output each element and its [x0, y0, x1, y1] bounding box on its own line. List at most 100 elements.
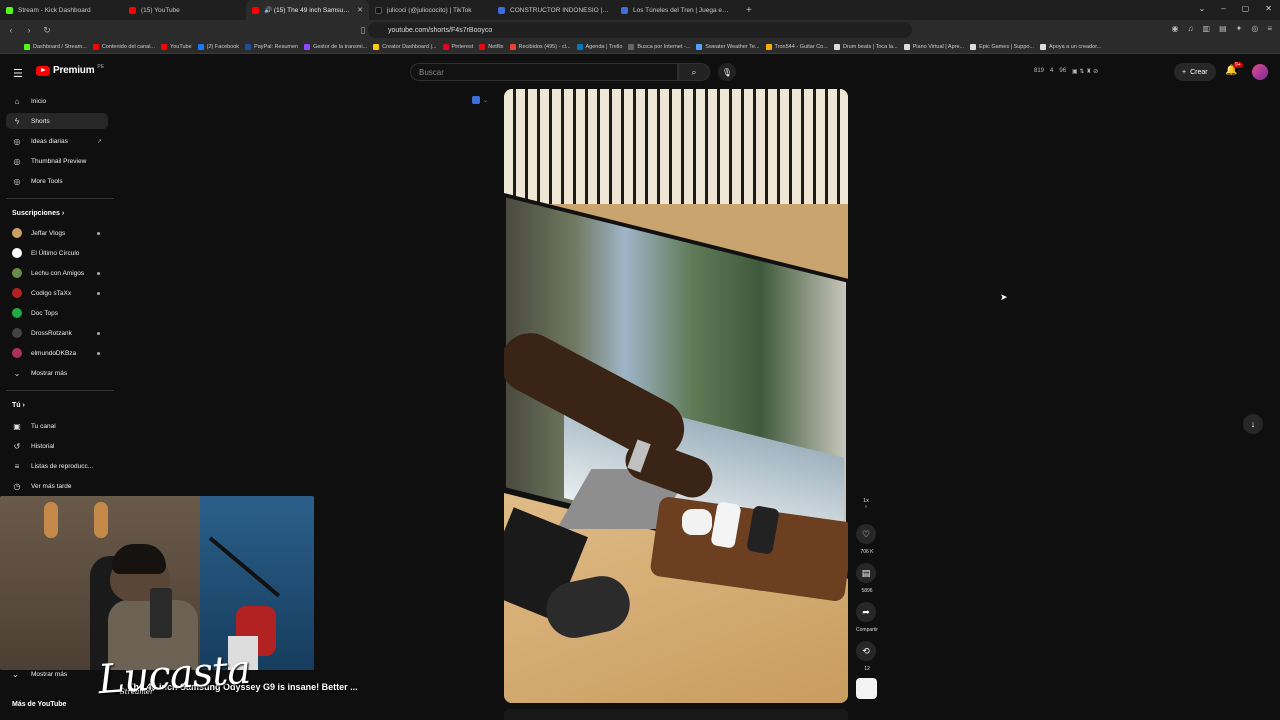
sidebar-item-history[interactable]: ↺ Historial: [6, 438, 108, 454]
reload-icon[interactable]: ↻: [40, 25, 54, 36]
home-icon: ⌂: [14, 96, 20, 106]
search-input[interactable]: Buscar: [410, 63, 678, 81]
short-actions: 1x» ♡ 706 K ▤ 5896 ➦ Compartir ⟲ 12: [852, 494, 882, 704]
avatar[interactable]: [1252, 64, 1268, 80]
subscription-item[interactable]: Doc Tops: [6, 305, 108, 321]
bookmark-label: PayPal: Resumen: [254, 43, 299, 50]
remix-icon[interactable]: ⟲: [856, 641, 876, 661]
show-more-button[interactable]: ⌄ Mostrar más: [6, 365, 108, 381]
youtube-logo[interactable]: Premium PE: [36, 64, 104, 76]
bookmark-label: Recibidos (495) - cl...: [518, 43, 571, 50]
forward-icon[interactable]: ›: [22, 25, 36, 35]
mic-icon[interactable]: 🎙: [718, 63, 736, 81]
bookmark-item[interactable]: Epic Games | Suppo...: [970, 43, 1034, 50]
youtube-icon: [129, 6, 136, 14]
bookmark-item[interactable]: Recibidos (495) - cl...: [509, 43, 571, 50]
search-icon[interactable]: ⌕: [678, 63, 710, 81]
browser-tab-active[interactable]: 🔊 (15) The 49 inch Samsung O... ✕: [246, 0, 369, 20]
bookmark-label: Tron544 - Guitar Co...: [774, 43, 828, 50]
subscription-item[interactable]: Jeffar Vlogs: [6, 225, 108, 241]
bookmark-item[interactable]: Drum beats | Toca la...: [833, 43, 898, 50]
audio-thumbnail[interactable]: [856, 678, 877, 699]
minimize-icon[interactable]: –: [1221, 4, 1225, 13]
comment-icon[interactable]: ▤: [856, 563, 876, 583]
address-bar: ‹ › ↻ ▯ youtube.com/shorts/F4s7rBooyco ◉…: [0, 20, 1280, 40]
arrow-down-icon[interactable]: ↓: [1243, 414, 1263, 434]
bookmark-item[interactable]: Tron544 - Guitar Co...: [765, 43, 828, 50]
extension-icon[interactable]: ▣ ⇅ ♜ ⊘: [1072, 68, 1098, 75]
bookmark-item[interactable]: Busca por Internet -...: [628, 43, 690, 50]
speed-button[interactable]: 1x»: [856, 494, 876, 514]
sidebar-item-playlists[interactable]: ≡ Listas de reproducc...: [6, 458, 108, 474]
bookmark-item[interactable]: Creator Dashboard |...: [373, 43, 437, 50]
bookmark-item[interactable]: Apoya a un creador...: [1040, 43, 1101, 50]
youtube-icon: [252, 6, 259, 14]
bookmark-item[interactable]: Pinterest: [442, 43, 473, 50]
extensions-icon[interactable]: ✦: [1236, 24, 1243, 33]
sidebar-item-shorts[interactable]: ϟ Shorts: [6, 113, 108, 129]
sidebar-item-thumbnail[interactable]: ◎ Thumbnail Preview: [6, 153, 108, 169]
sidepanel-icon[interactable]: ▥: [1203, 24, 1211, 33]
bookmark-item[interactable]: Piano Virtual | Apre...: [903, 43, 964, 50]
profile-icon[interactable]: ◎: [1251, 24, 1258, 33]
browser-tab[interactable]: (15) YouTube: [123, 0, 246, 20]
bookmark-favicon-icon: [442, 43, 449, 50]
bookmark-item[interactable]: Netflix: [479, 43, 504, 50]
bookmark-favicon-icon: [696, 43, 703, 50]
kick-icon: [6, 6, 13, 14]
show-more-button[interactable]: ⌄ Mostrar más: [6, 666, 108, 682]
menu-dots-icon[interactable]: ≡: [1267, 24, 1272, 33]
close-tab-icon[interactable]: ✕: [357, 6, 363, 14]
new-dot: [97, 231, 100, 235]
bookmark-favicon-icon: [197, 43, 204, 50]
media-icon[interactable]: ♫: [1188, 24, 1194, 33]
browser-tab[interactable]: Stream - Kick Dashboard: [0, 0, 123, 20]
new-dot: [97, 291, 100, 295]
new-tab-icon[interactable]: +: [746, 5, 752, 16]
bookmark-item[interactable]: Dashboard / Stream...: [24, 43, 87, 50]
history-icon: ↺: [13, 441, 21, 451]
sidebar-item-watch-later[interactable]: ◷ Ver más tarde: [6, 478, 108, 494]
bookmark-item[interactable]: Contenido del canal...: [92, 43, 155, 50]
bookmark-favicon-icon: [628, 43, 635, 50]
webcam-overlay: [0, 496, 314, 670]
plus-icon: +: [1182, 68, 1187, 76]
subscription-item[interactable]: Codigo sTaXx: [6, 285, 108, 301]
you-heading[interactable]: Tú ›: [12, 402, 25, 409]
browser-tab[interactable]: Los Túneles del Tren | Juega en Robl...: [615, 0, 738, 20]
browser-tab[interactable]: CONSTRUCTOR INDONESIO | Juega ...: [492, 0, 615, 20]
channel-avatar: [12, 228, 22, 238]
short-video[interactable]: [504, 89, 848, 703]
menu-icon[interactable]: ☰: [13, 67, 23, 80]
extension-overlay[interactable]: ⌄: [472, 96, 488, 104]
bookmark-item[interactable]: Agenda | Trello: [576, 43, 622, 50]
bookmark-item[interactable]: Sweater Weather Te...: [696, 43, 760, 50]
bookmark-item[interactable]: Gestor de la transmi...: [304, 43, 367, 50]
sidebar-item-inicio[interactable]: ⌂ Inicio: [6, 93, 108, 109]
bookmark-item[interactable]: (2) Facebook: [197, 43, 239, 50]
bookmark-item[interactable]: YouTube: [161, 43, 192, 50]
sidebar-item-tools[interactable]: ◎ More Tools: [6, 173, 108, 189]
back-icon[interactable]: ‹: [4, 25, 18, 35]
bookmark-item[interactable]: PayPal: Resumen: [245, 43, 299, 50]
more-youtube-heading: Más de YouTube: [12, 701, 67, 708]
share-icon[interactable]: ➦: [856, 602, 876, 622]
url-field[interactable]: youtube.com/shorts/F4s7rBooyco: [368, 22, 912, 38]
subscription-item[interactable]: elmundoDKBza: [6, 345, 108, 361]
maximize-icon[interactable]: ▢: [1242, 4, 1250, 13]
sidebar-item-ideas[interactable]: ◎ Ideas diarias ↗: [6, 133, 108, 149]
subscription-item[interactable]: DrossRotzank: [6, 325, 108, 341]
create-button[interactable]: + Crear: [1174, 63, 1216, 81]
split-icon[interactable]: ▤: [1219, 24, 1227, 33]
tab-search-icon[interactable]: ⌄: [1199, 4, 1206, 13]
extension-icon[interactable]: ◉: [1172, 24, 1179, 33]
close-window-icon[interactable]: ✕: [1265, 4, 1272, 13]
like-icon[interactable]: ♡: [856, 524, 876, 544]
browser-tab[interactable]: julicoci (@juliococito) | TikTok: [369, 0, 492, 20]
subscription-item[interactable]: Lechu con Amigos: [6, 265, 108, 281]
new-dot: [97, 331, 100, 335]
playlist-icon: ≡: [14, 461, 20, 471]
sidebar-item-channel[interactable]: ▣ Tu canal: [6, 418, 108, 434]
subscriptions-heading[interactable]: Suscripciones ›: [12, 210, 64, 217]
subscription-item[interactable]: El Último Círculo: [6, 245, 108, 261]
